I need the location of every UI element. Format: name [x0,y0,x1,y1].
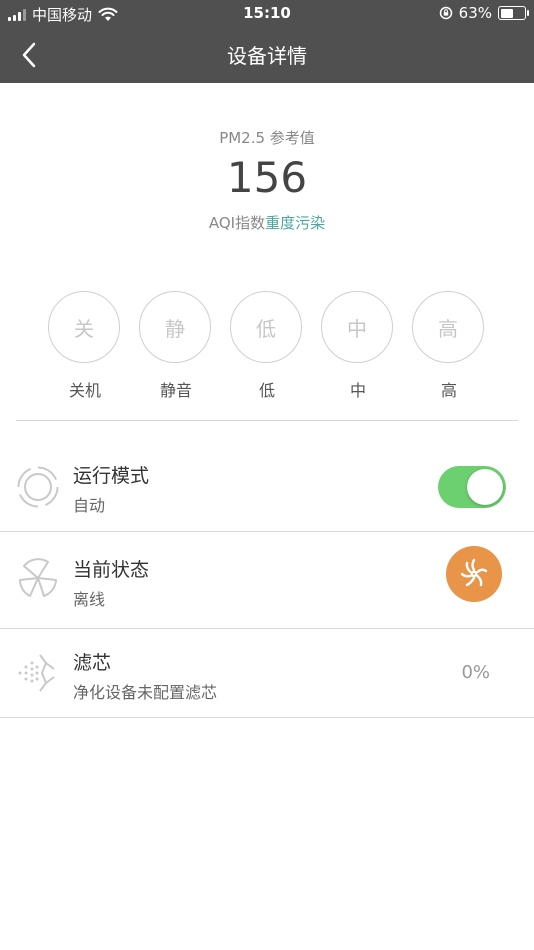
filter-value: 净化设备未配置滤芯 [73,683,218,702]
filter-icon [18,654,55,692]
speed-circle: 静 [139,291,211,363]
speed-low-button[interactable]: 低 低 [230,291,304,401]
section-divider [16,420,518,421]
speed-selector: 关 关机 静 静音 低 低 中 中 高 高 [48,291,488,401]
speed-label: 静音 [159,381,192,400]
fan-icon [19,558,57,597]
speed-high-button[interactable]: 高 高 [412,291,486,401]
speed-circle: 关 [48,291,120,363]
speed-circle: 中 [321,291,393,363]
battery-icon [498,6,529,20]
row-divider [0,628,534,629]
header-bar: 中国移动 15:10 63% 设备详情 [0,0,534,83]
filter-percent: 0% [461,662,490,683]
rotation-lock-icon [439,6,452,20]
mode-toggle[interactable] [438,466,506,508]
mode-title: 运行模式 [73,465,150,487]
state-title: 当前状态 [73,559,150,581]
pm-label: PM2.5 参考值 [219,129,315,147]
speed-label: 高 [440,381,457,400]
speed-circle: 高 [412,291,484,363]
speed-silent-button[interactable]: 静 静音 [139,291,213,401]
state-value: 离线 [73,590,106,609]
spinning-fan-icon [460,558,488,587]
aqi-line: AQI指数重度污染 [0,212,534,233]
fan-state-button[interactable] [446,546,502,602]
speed-off-button[interactable]: 关 关机 [48,291,122,401]
speed-label: 关机 [68,381,101,400]
nav-bar: 设备详情 [0,28,534,83]
battery-percent: 63% [458,4,492,22]
speed-circle: 低 [230,291,302,363]
row-divider [0,531,534,532]
toggle-knob [467,469,503,505]
aqi-level: 重度污染 [265,214,326,232]
status-bar: 中国移动 15:10 63% [0,0,534,28]
speed-label: 低 [258,381,275,400]
speed-label: 中 [349,381,366,400]
filter-title: 滤芯 [73,652,112,674]
mode-value: 自动 [73,496,106,515]
mode-ring-icon [17,466,59,508]
speed-medium-button[interactable]: 中 中 [321,291,395,401]
pm-value: 156 [226,153,308,202]
status-right: 63% [439,4,529,22]
page-title: 设备详情 [227,44,307,68]
aqi-prefix: AQI指数 [208,214,266,232]
row-divider [0,717,534,718]
